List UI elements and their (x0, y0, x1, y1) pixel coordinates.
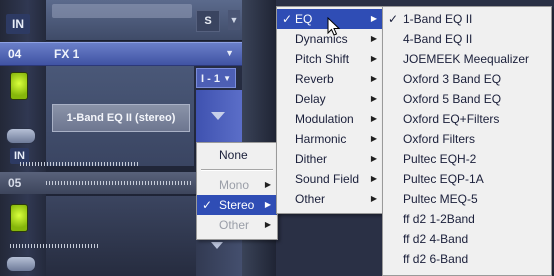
triangle-down-icon[interactable] (211, 242, 223, 249)
category-item-label: Sound Field (295, 172, 360, 186)
plugin-item-joemeek-meequalizer[interactable]: JOEMEEK Meequalizer (383, 49, 551, 69)
plugin-item-oxford-3-band-eq[interactable]: Oxford 3 Band EQ (383, 69, 551, 89)
plugin-item-label: ff d2 6-Band (403, 252, 469, 266)
plugin-item-1-band-eq-ii[interactable]: ✓ 1-Band EQ II (383, 9, 551, 29)
submenu-arrow-icon: ▶ (370, 94, 377, 103)
menu-item-mono[interactable]: Mono ▶ (197, 175, 277, 195)
led-indicator-icon[interactable] (10, 72, 28, 100)
plugin-item-label: ff d2 1-2Band (403, 212, 475, 226)
submenu-arrow-icon: ▶ (370, 194, 377, 203)
category-item-reverb[interactable]: Reverb ▶ (277, 69, 383, 89)
submenu-arrow-icon: ▶ (264, 180, 271, 189)
category-item-label: Reverb (295, 72, 334, 86)
plugin-item-ff-d2-4-band[interactable]: ff d2 4-Band (383, 229, 551, 249)
submenu-arrow-icon: ▶ (370, 74, 377, 83)
category-item-label: Harmonic (295, 132, 347, 146)
menu-item-label: Stereo (219, 198, 255, 212)
plugin-item-label: ff d2 4-Band (403, 232, 469, 246)
submenu-arrow-icon: ▶ (370, 54, 377, 63)
menu-item-stereo[interactable]: ✓ Stereo ▶ (197, 195, 277, 215)
plugin-category-menu: ✓ EQ ▶ Dynamics ▶ Pitch Shift ▶ Reverb ▶ Delay ▶ Mo… (276, 6, 384, 214)
led-indicator-icon[interactable] (10, 204, 28, 232)
insert-type-menu: None Mono ▶ ✓ Stereo ▶ Other ▶ (196, 142, 278, 240)
plugin-item-label: Pultec EQP-1A (403, 172, 484, 186)
category-item-pitch-shift[interactable]: Pitch Shift ▶ (277, 49, 383, 69)
category-item-label: EQ (295, 12, 313, 26)
io-assign-label: I - 1 (201, 73, 220, 85)
menu-item-none[interactable]: None (197, 145, 277, 165)
plugin-item-ff-d2-1-2band[interactable]: ff d2 1-2Band (383, 209, 551, 229)
plugin-item-label: Oxford EQ+Filters (403, 112, 500, 126)
meter-dots (10, 244, 100, 248)
plugin-item-label: 1-Band EQ II (403, 12, 473, 26)
plugin-item-oxford-5-band-eq[interactable]: Oxford 5 Band EQ (383, 89, 551, 109)
solo-button[interactable]: S (196, 10, 220, 32)
io-assign-button[interactable]: I - 1 ▼ (196, 68, 236, 88)
plugin-item-oxford-filters[interactable]: Oxford Filters (383, 129, 551, 149)
plugin-item-pultec-eqh-2[interactable]: Pultec EQH-2 (383, 149, 551, 169)
submenu-arrow-icon: ▶ (370, 34, 377, 43)
fx-channel-name: FX 1 (54, 47, 80, 61)
check-icon: ✓ (281, 12, 293, 26)
channel-05-meter (46, 181, 192, 185)
category-item-label: Dither (295, 152, 328, 166)
plugin-item-label: Pultec EQH-2 (403, 152, 477, 166)
chevron-down-icon: ▼ (223, 74, 231, 83)
plugin-item-label: 4-Band EQ II (403, 32, 473, 46)
plugin-item-4-band-eq-ii[interactable]: 4-Band EQ II (383, 29, 551, 49)
submenu-arrow-icon: ▶ (370, 174, 377, 183)
plugin-list-menu: ✓ 1-Band EQ II 4-Band EQ II JOEMEEK Meequal… (382, 6, 552, 276)
triangle-down-icon[interactable] (211, 112, 225, 120)
plugin-item-oxford-eq-filters[interactable]: Oxford EQ+Filters (383, 109, 551, 129)
chevron-down-icon[interactable]: ▼ (225, 48, 234, 58)
submenu-arrow-icon: ▶ (264, 220, 271, 229)
toggle-switch[interactable] (6, 128, 36, 144)
category-item-delay[interactable]: Delay ▶ (277, 89, 383, 109)
category-item-sound-field[interactable]: Sound Field ▶ (277, 169, 383, 189)
menu-item-label: Other (219, 218, 250, 232)
plugin-item-pultec-meq-5[interactable]: Pultec MEQ-5 (383, 189, 551, 209)
plugin-item-ff-d2-6-band[interactable]: ff d2 6-Band (383, 249, 551, 269)
plugin-item-label: Oxford Filters (403, 132, 476, 146)
lower-insert-panel (46, 196, 196, 276)
category-item-dither[interactable]: Dither ▶ (277, 149, 383, 169)
category-item-other[interactable]: Other ▶ (277, 189, 383, 209)
plugin-item-label: Oxford 5 Band EQ (403, 92, 502, 106)
submenu-arrow-icon: ▶ (370, 154, 377, 163)
category-item-label: Delay (295, 92, 326, 106)
channel-03-scribble (52, 4, 192, 18)
toggle-switch[interactable] (6, 256, 36, 272)
mouse-pointer-icon (327, 17, 341, 36)
category-item-label: Other (295, 192, 326, 206)
submenu-arrow-icon: ▶ (370, 14, 377, 23)
category-item-label: Pitch Shift (295, 52, 350, 66)
fx-channel-header[interactable]: 04 FX 1 ▼ (0, 42, 242, 66)
plugin-insert-slot[interactable]: 1-Band EQ II (stereo) (52, 104, 190, 132)
fx-channel-number: 04 (8, 47, 22, 61)
submenu-arrow-icon: ▶ (370, 114, 377, 123)
channel-05-number: 05 (8, 176, 22, 190)
category-item-modulation[interactable]: Modulation ▶ (277, 109, 383, 129)
menu-separator (201, 169, 273, 171)
plugin-item-label: Pultec MEQ-5 (403, 192, 478, 206)
plugin-item-pultec-eqp-1a[interactable]: Pultec EQP-1A (383, 169, 551, 189)
input-badge-top[interactable]: IN (6, 14, 30, 34)
submenu-arrow-icon: ▶ (370, 134, 377, 143)
dropdown-caret-icon[interactable]: ▼ (228, 10, 240, 30)
category-item-harmonic[interactable]: Harmonic ▶ (277, 129, 383, 149)
check-icon: ✓ (201, 198, 213, 212)
category-item-label: Modulation (295, 112, 354, 126)
check-icon: ✓ (387, 12, 399, 26)
menu-item-other[interactable]: Other ▶ (197, 215, 277, 235)
meter-dots (20, 162, 140, 166)
menu-item-label: Mono (219, 178, 250, 192)
plugin-item-label: Oxford 3 Band EQ (403, 72, 502, 86)
submenu-arrow-icon: ▶ (264, 200, 271, 209)
plugin-item-label: JOEMEEK Meequalizer (403, 52, 530, 66)
menu-item-label: None (219, 148, 248, 162)
